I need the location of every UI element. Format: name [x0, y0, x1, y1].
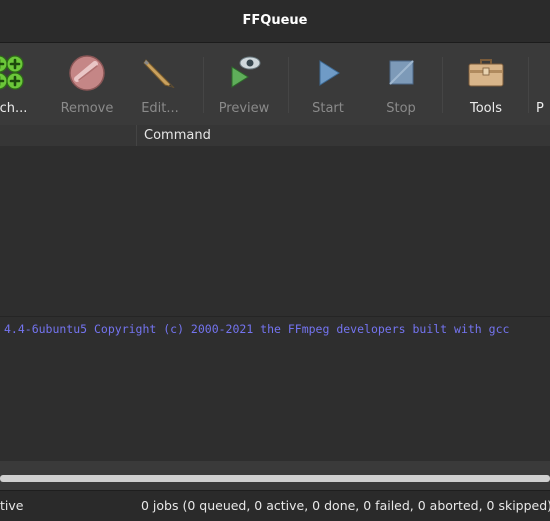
toolbar-separator — [442, 57, 443, 113]
horizontal-scrollbar[interactable] — [0, 461, 550, 490]
scrollbar-thumb[interactable] — [0, 475, 550, 482]
toolbox-icon — [449, 53, 523, 93]
toolbar-separator — [203, 57, 204, 113]
toolbar-separator — [528, 57, 529, 113]
status-bar: tive 0 jobs (0 queued, 0 active, 0 done,… — [0, 490, 550, 521]
remove-button[interactable]: Remove — [50, 43, 124, 125]
console-line: 4.4-6ubuntu5 Copyright (c) 2000-2021 the… — [4, 322, 510, 336]
next-toolbar-button[interactable]: P — [536, 43, 550, 125]
job-count-status: 0 jobs (0 queued, 0 active, 0 done, 0 fa… — [141, 498, 550, 513]
command-column-header[interactable]: Command — [136, 125, 544, 146]
preview-label: Preview — [218, 101, 270, 116]
window-title: FFQueue — [242, 13, 308, 28]
toolbar: atch... Remove Edit... — [0, 43, 550, 125]
title-bar: FFQueue — [0, 0, 550, 43]
batch-label: atch... — [0, 101, 28, 116]
play-icon — [291, 53, 365, 93]
stop-icon — [364, 53, 438, 93]
remove-label: Remove — [60, 101, 114, 116]
next-toolbar-label: P — [536, 101, 544, 116]
preview-button[interactable]: Preview — [207, 43, 281, 125]
stop-button[interactable]: Stop — [364, 43, 438, 125]
stop-label: Stop — [386, 101, 416, 116]
batch-icon — [0, 53, 44, 93]
toolbar-separator — [288, 57, 289, 113]
job-list[interactable] — [0, 146, 550, 316]
console-output[interactable]: 4.4-6ubuntu5 Copyright (c) 2000-2021 the… — [0, 316, 550, 462]
edit-label: Edit... — [141, 101, 179, 116]
start-label: Start — [312, 101, 344, 116]
tools-label: Tools — [469, 101, 503, 116]
preview-icon — [207, 53, 281, 93]
batch-button[interactable]: atch... — [0, 43, 44, 125]
job-list-header: Command — [0, 125, 550, 146]
pencil-icon — [123, 53, 197, 93]
edit-button[interactable]: Edit... — [123, 43, 197, 125]
remove-icon — [50, 53, 124, 93]
start-button[interactable]: Start — [291, 43, 365, 125]
status-text: tive — [0, 498, 24, 513]
tools-button[interactable]: Tools — [449, 43, 523, 125]
